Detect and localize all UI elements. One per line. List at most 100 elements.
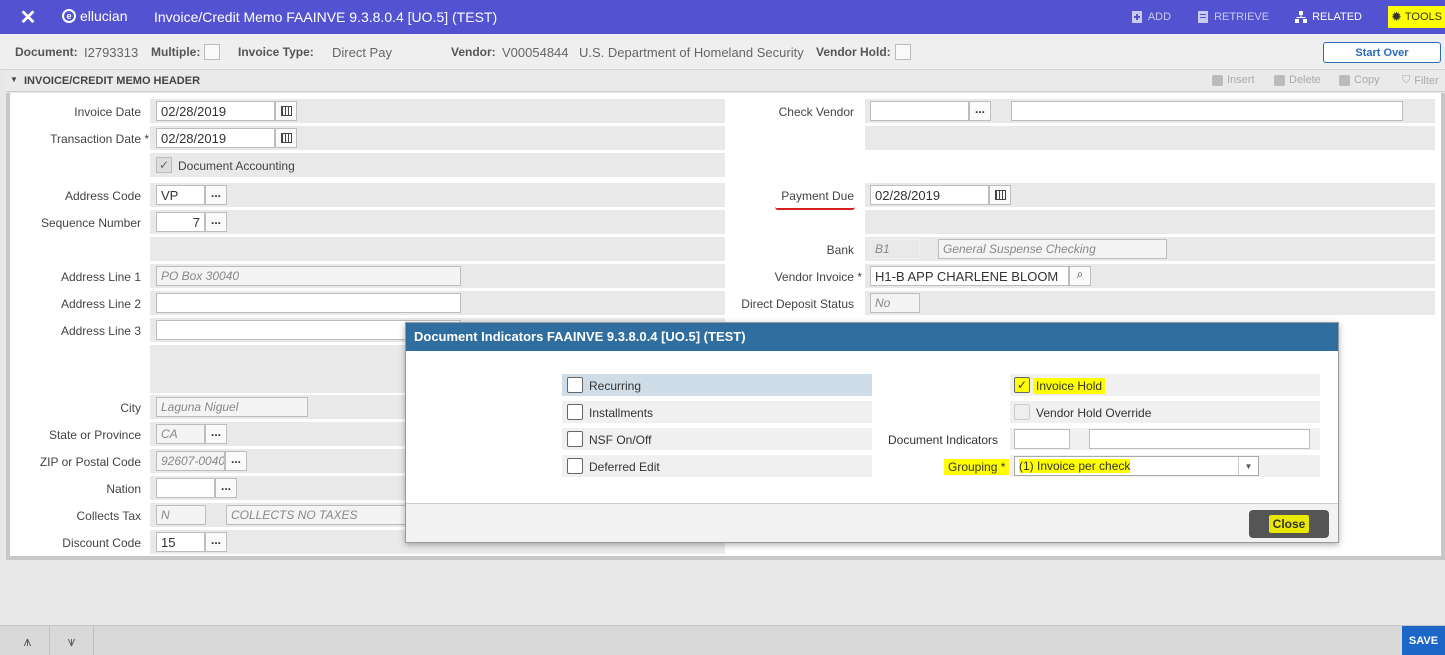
- retrieve-icon: [1198, 11, 1209, 23]
- address-line3-label: Address Line 3: [60, 324, 141, 338]
- grouping-select[interactable]: (1) Invoice per check ▼: [1014, 456, 1259, 476]
- tools-button[interactable]: ✹ TOOLS: [1388, 6, 1445, 28]
- discount-code-input[interactable]: 15: [156, 532, 205, 552]
- invoice-type-value: Direct Pay: [332, 45, 392, 60]
- first-record-button[interactable]: ⩚: [6, 626, 50, 655]
- nsf-label: NSF On/Off: [589, 433, 652, 447]
- add-icon: [1131, 11, 1142, 23]
- page-title: Invoice/Credit Memo FAAINVE 9.3.8.0.4 [U…: [154, 9, 498, 25]
- document-accounting-checkbox[interactable]: ✓: [156, 157, 172, 173]
- collapse-arrow-icon[interactable]: ▼: [10, 75, 18, 84]
- check-vendor-name-input: [1011, 101, 1403, 121]
- vendor-hold-override-checkbox[interactable]: [1014, 404, 1030, 420]
- checkmark-icon: ✓: [158, 158, 170, 172]
- delete-button[interactable]: Delete: [1274, 74, 1321, 86]
- installments-checkbox[interactable]: [567, 404, 583, 420]
- state-label: State or Province: [48, 428, 141, 442]
- document-accounting-label: Document Accounting: [178, 159, 295, 173]
- state-input[interactable]: CA: [156, 424, 205, 444]
- vendor-hold-override-label: Vendor Hold Override: [1036, 406, 1152, 420]
- payment-due-annotation-underline: [775, 207, 855, 210]
- direct-deposit-label: Direct Deposit Status: [741, 297, 854, 311]
- delete-icon: [1274, 74, 1285, 86]
- recurring-checkbox[interactable]: [567, 377, 583, 393]
- invoice-date-input[interactable]: 02/28/2019: [156, 101, 275, 121]
- collapse-down-icon: ⩛: [67, 632, 76, 649]
- vendor-invoice-input[interactable]: H1-B APP CHARLENE BLOOM: [870, 266, 1069, 286]
- document-indicators-input[interactable]: [1014, 429, 1070, 449]
- address-line1-input[interactable]: PO Box 30040: [156, 266, 461, 286]
- filter-icon: ⛉: [1402, 74, 1411, 86]
- vendor-label: Vendor:: [451, 45, 496, 59]
- address-line2-input[interactable]: [156, 293, 461, 313]
- city-input[interactable]: Laguna Niguel: [156, 397, 308, 417]
- nation-label: Nation: [106, 482, 141, 496]
- city-label: City: [120, 401, 141, 415]
- collects-tax-label: Collects Tax: [76, 509, 141, 523]
- zip-input[interactable]: 92607-0040: [156, 451, 225, 471]
- document-value: I2793313: [84, 45, 139, 60]
- address-code-lookup-button[interactable]: ...: [205, 185, 227, 205]
- copy-button[interactable]: Copy: [1339, 74, 1380, 86]
- add-button[interactable]: ADD: [1131, 11, 1171, 23]
- nation-lookup-button[interactable]: ...: [215, 478, 237, 498]
- payment-due-calendar-button[interactable]: [989, 185, 1011, 205]
- zip-lookup-button[interactable]: ...: [225, 451, 247, 471]
- sequence-number-lookup-button[interactable]: ...: [205, 212, 227, 232]
- zip-label: ZIP or Postal Code: [39, 455, 141, 469]
- transaction-date-input[interactable]: 02/28/2019: [156, 128, 275, 148]
- deferred-edit-checkbox[interactable]: [567, 458, 583, 474]
- vendor-id: V00054844: [502, 45, 569, 60]
- start-over-button[interactable]: Start Over: [1323, 42, 1441, 63]
- chevron-down-icon: ▼: [1238, 457, 1258, 475]
- vendor-invoice-search-button[interactable]: ⌕: [1069, 266, 1091, 286]
- payment-due-input[interactable]: 02/28/2019: [870, 185, 989, 205]
- retrieve-button[interactable]: RETRIEVE: [1197, 11, 1269, 23]
- discount-code-lookup-button[interactable]: ...: [205, 532, 227, 552]
- installments-label: Installments: [589, 406, 654, 420]
- bank-code: B1: [870, 239, 920, 259]
- vendor-hold-checkbox[interactable]: [895, 44, 911, 60]
- document-indicators-label: Document Indicators: [888, 433, 999, 447]
- invoice-date-calendar-button[interactable]: [275, 101, 297, 121]
- state-lookup-button[interactable]: ...: [205, 424, 227, 444]
- section-header: ▼ INVOICE/CREDIT MEMO HEADER Insert Dele…: [6, 70, 1445, 92]
- close-button[interactable]: Close: [1249, 510, 1329, 538]
- deferred-edit-label: Deferred Edit: [589, 460, 660, 474]
- calendar-icon: [994, 190, 1006, 200]
- insert-icon: [1212, 74, 1223, 86]
- collects-tax-description: COLLECTS NO TAXES: [226, 505, 411, 525]
- recurring-label: Recurring: [589, 379, 642, 393]
- sequence-number-input[interactable]: 7: [156, 212, 205, 232]
- nsf-checkbox[interactable]: [567, 431, 583, 447]
- invoice-type-label: Invoice Type:: [238, 45, 314, 59]
- nation-input[interactable]: [156, 478, 215, 498]
- transaction-date-calendar-button[interactable]: [275, 128, 297, 148]
- check-vendor-input[interactable]: [870, 101, 969, 121]
- address-line2-label: Address Line 2: [60, 297, 141, 311]
- bank-label: Bank: [826, 243, 854, 257]
- check-vendor-lookup-button[interactable]: ...: [969, 101, 991, 121]
- multiple-checkbox[interactable]: [204, 44, 220, 60]
- grouping-selected-value: (1) Invoice per check: [1019, 459, 1131, 473]
- payment-due-label: Payment Due: [781, 189, 854, 203]
- close-icon[interactable]: ✕: [0, 0, 56, 34]
- insert-button[interactable]: Insert: [1212, 74, 1255, 86]
- copy-icon: [1339, 74, 1350, 86]
- collects-tax-code[interactable]: N: [156, 505, 206, 525]
- related-button[interactable]: RELATED: [1295, 11, 1362, 23]
- key-block: Document: I2793313 Multiple: Invoice Typ…: [0, 34, 1445, 70]
- ellucian-logo: e ellucian: [62, 8, 127, 24]
- grouping-label: Grouping *: [944, 459, 1010, 475]
- dialog-title: Document Indicators FAAINVE 9.3.8.0.4 [U…: [406, 323, 1338, 351]
- vendor-name: U.S. Department of Homeland Security: [579, 45, 804, 60]
- invoice-hold-label: Invoice Hold: [1033, 378, 1106, 394]
- collapse-up-icon: ⩚: [23, 632, 32, 649]
- invoice-hold-checkbox[interactable]: ✓: [1014, 377, 1030, 393]
- next-section-button[interactable]: ⩛: [50, 626, 94, 655]
- save-button[interactable]: SAVE: [1402, 626, 1445, 655]
- multiple-label: Multiple:: [151, 45, 201, 59]
- brand-name: ellucian: [80, 8, 128, 24]
- filter-button[interactable]: ⛉ Filter: [1402, 74, 1439, 87]
- address-code-input[interactable]: VP: [156, 185, 205, 205]
